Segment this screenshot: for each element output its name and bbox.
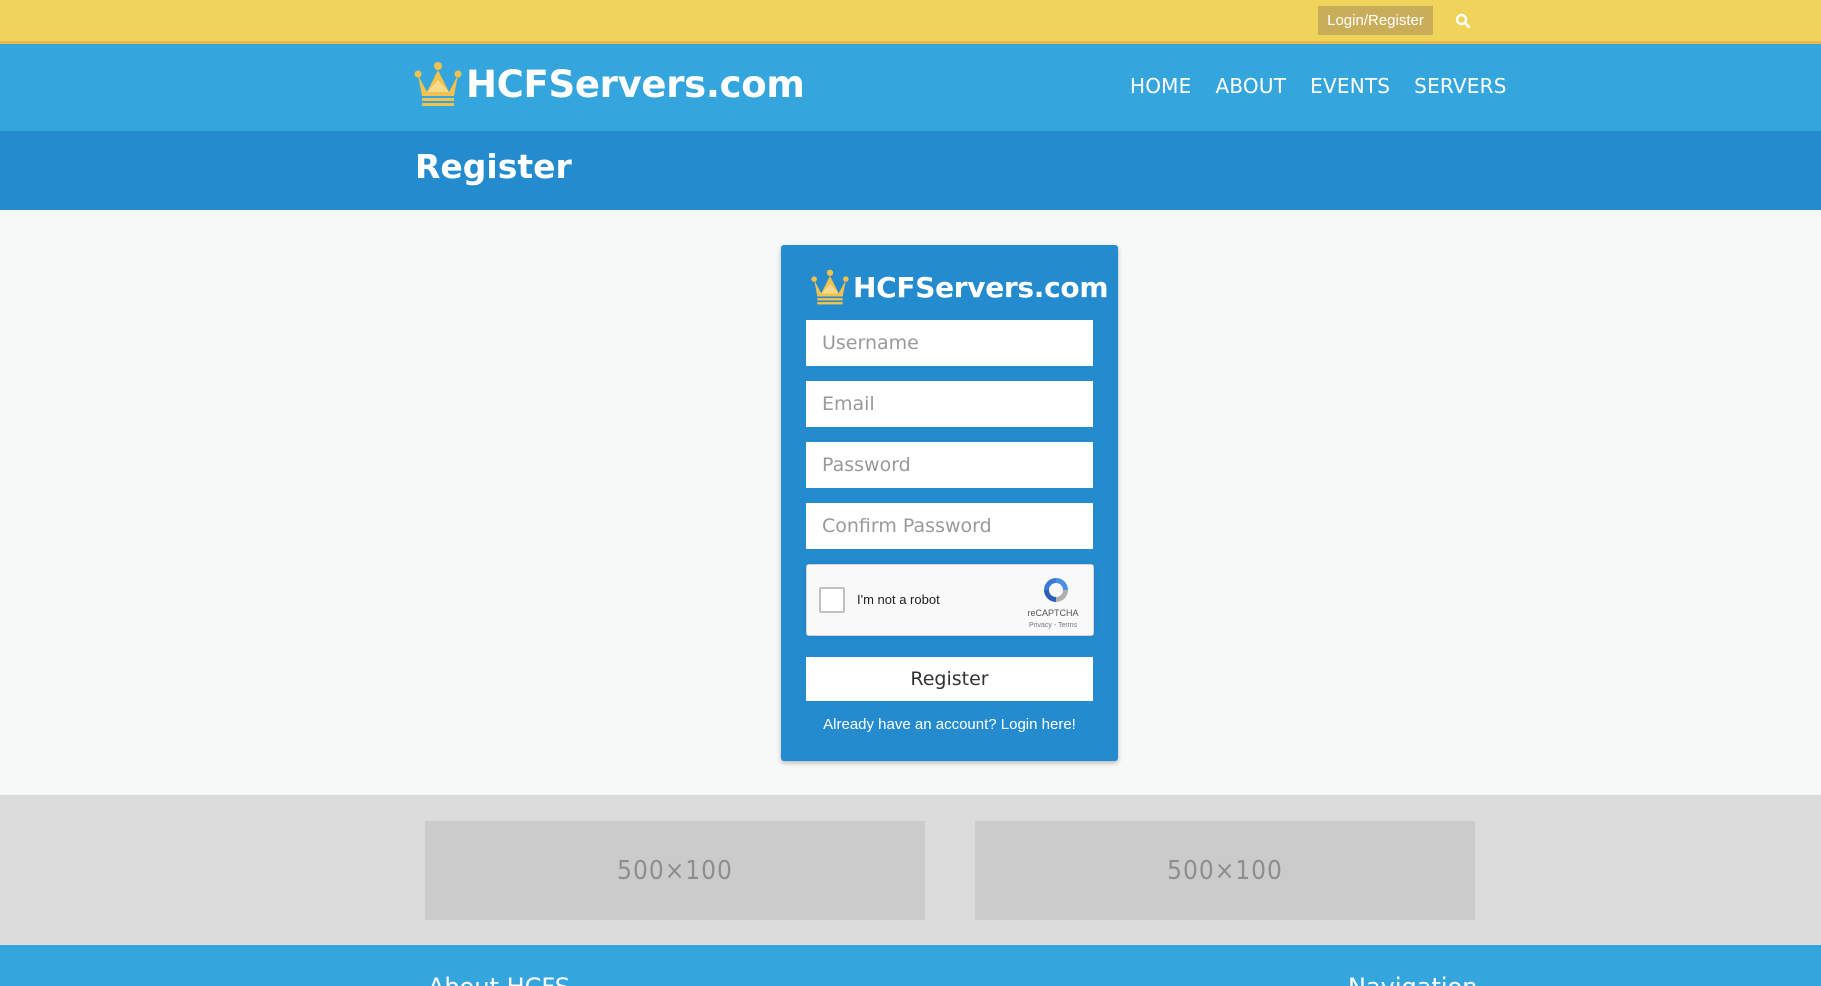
nav-about[interactable]: ABOUT bbox=[1215, 74, 1286, 98]
main-nav: HOME ABOUT EVENTS SERVERS bbox=[1130, 74, 1507, 98]
ad-banner[interactable]: 500×100 bbox=[425, 821, 925, 920]
card-logo: HCFServers.com bbox=[811, 269, 1109, 305]
top-utility-bar: Login/Register bbox=[0, 0, 1821, 44]
nav-servers[interactable]: SERVERS bbox=[1414, 74, 1506, 98]
login-here-link[interactable]: Already have an account? Login here! bbox=[781, 716, 1118, 733]
footer-navigation-heading: Navigation bbox=[1348, 973, 1477, 986]
username-input[interactable] bbox=[806, 320, 1093, 366]
register-button[interactable]: Register bbox=[806, 657, 1093, 701]
recaptcha-label: I'm not a robot bbox=[857, 592, 940, 607]
recaptcha-checkbox[interactable] bbox=[819, 587, 845, 613]
nav-home[interactable]: HOME bbox=[1130, 74, 1191, 98]
site-logo[interactable]: HCFServers.com bbox=[414, 62, 805, 106]
recaptcha-logo-icon bbox=[1044, 578, 1068, 602]
password-input[interactable] bbox=[806, 442, 1093, 488]
site-header: HCFServers.com HOME ABOUT EVENTS SERVERS bbox=[0, 44, 1821, 131]
crown-icon bbox=[811, 269, 849, 305]
ad-section: 500×100 500×100 bbox=[0, 795, 1821, 945]
recaptcha-brand: reCAPTCHA bbox=[1027, 608, 1079, 618]
ad-banner[interactable]: 500×100 bbox=[975, 821, 1475, 920]
logo-text: HCFServers.com bbox=[466, 62, 805, 106]
crown-icon bbox=[414, 62, 462, 106]
nav-events[interactable]: EVENTS bbox=[1310, 74, 1390, 98]
card-logo-text: HCFServers.com bbox=[853, 270, 1109, 304]
email-input[interactable] bbox=[806, 381, 1093, 427]
page-title-bar: Register bbox=[0, 131, 1821, 210]
recaptcha-widget: I'm not a robot reCAPTCHA Privacy - Term… bbox=[806, 564, 1094, 636]
login-register-button[interactable]: Login/Register bbox=[1318, 6, 1433, 35]
confirm-password-input[interactable] bbox=[806, 503, 1093, 549]
register-card: HCFServers.com I'm not a robot reCAPTCHA… bbox=[781, 245, 1118, 761]
page-title: Register bbox=[415, 147, 572, 186]
site-footer: About HCFS Navigation bbox=[0, 945, 1821, 986]
search-icon[interactable] bbox=[1455, 13, 1471, 29]
recaptcha-terms-link[interactable]: Privacy - Terms bbox=[1017, 622, 1089, 629]
footer-about-heading: About HCFS bbox=[428, 973, 570, 986]
